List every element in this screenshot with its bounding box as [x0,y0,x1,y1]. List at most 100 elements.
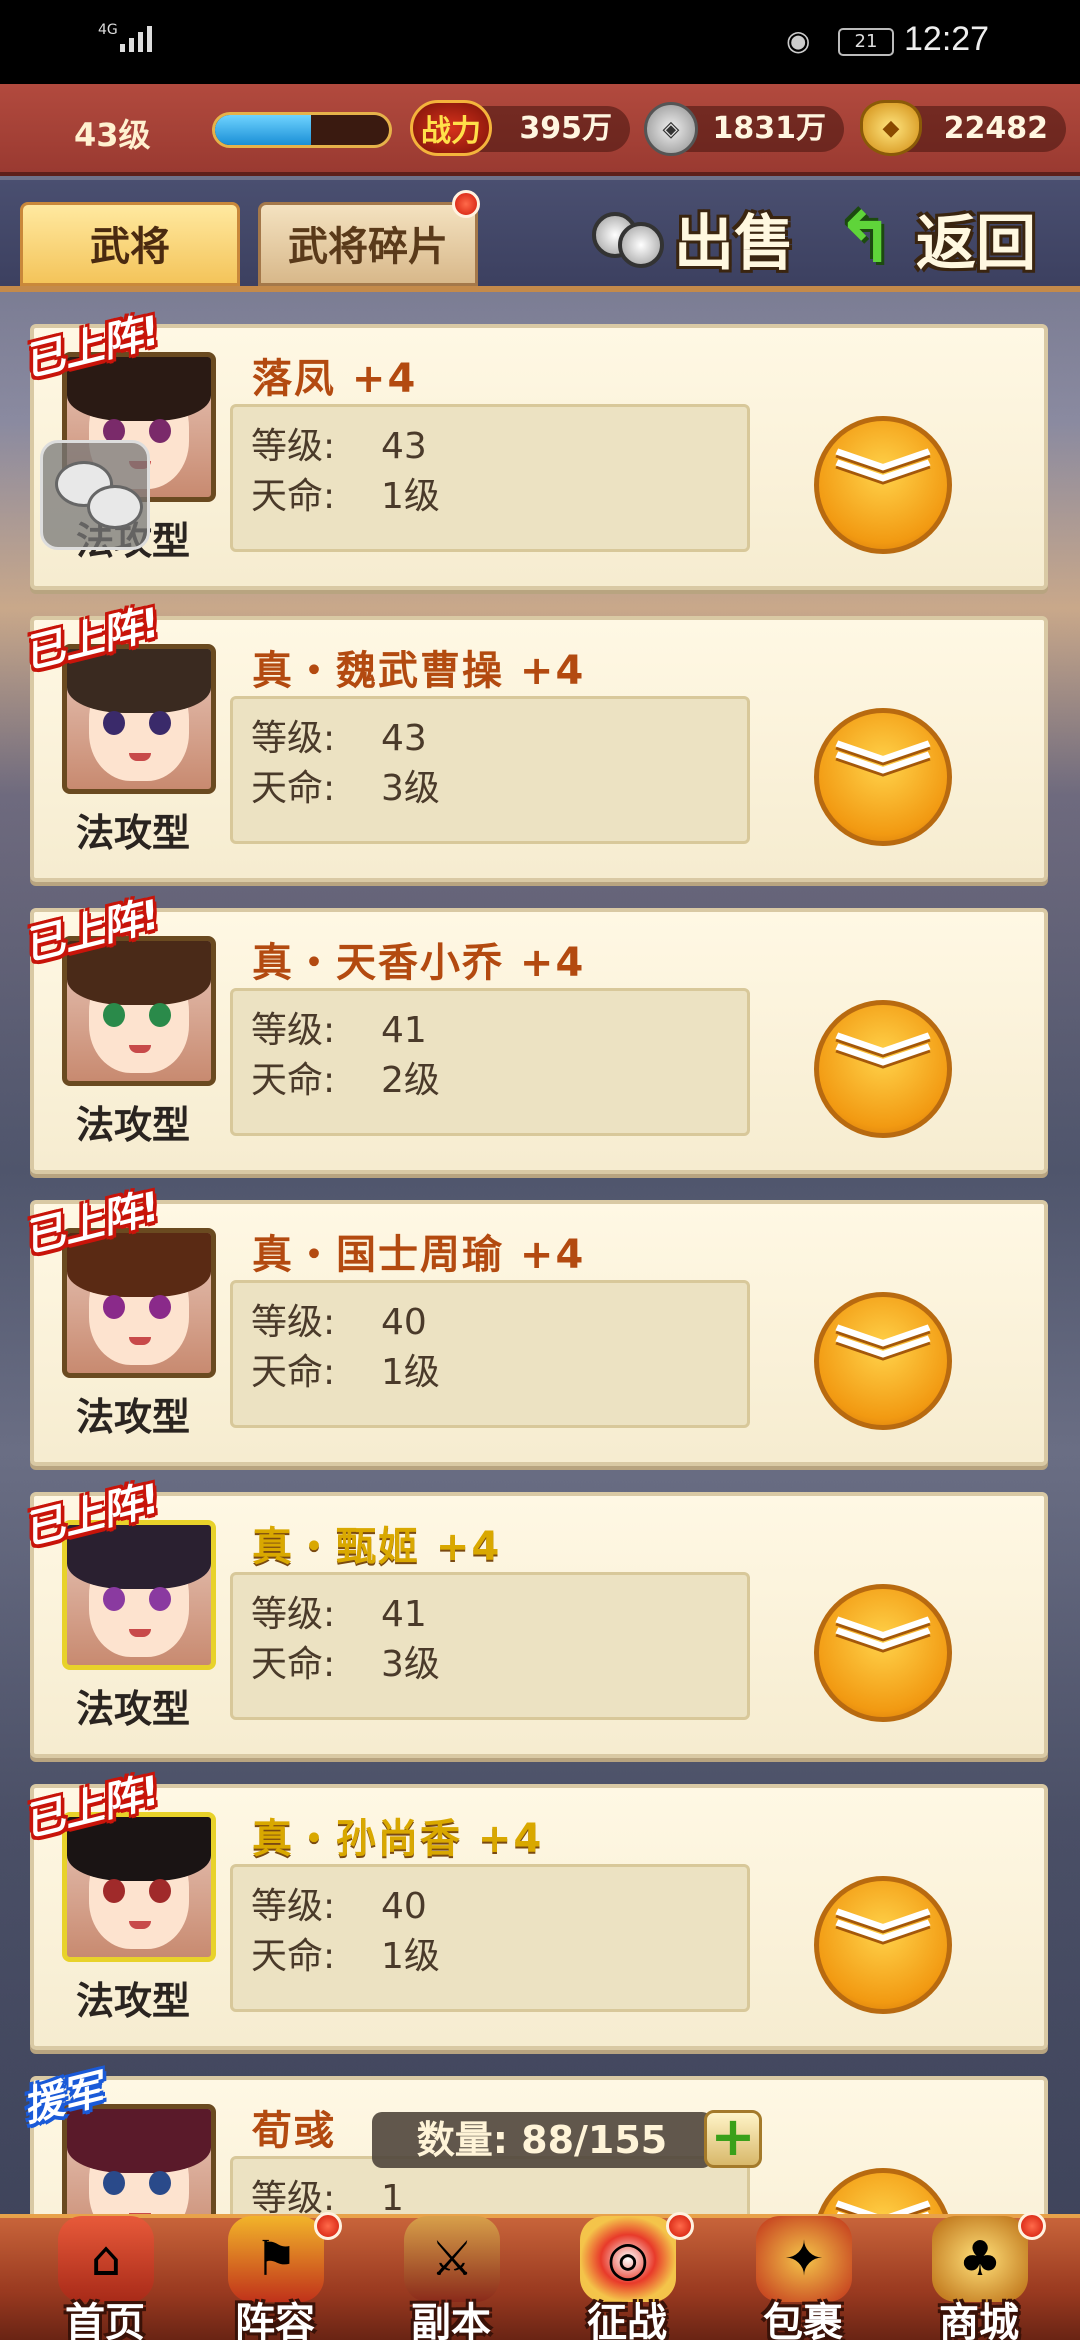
fate-value: 1级 [381,1936,440,1977]
fate-label: 天命: [251,1352,336,1393]
stat-box: 等级: 41 天命: 3级 [230,1572,750,1720]
expand-button[interactable]: ︾ [814,1000,952,1138]
expand-button[interactable]: ︾ [814,708,952,846]
general-portrait [62,1228,216,1378]
tab-shards-badge [452,190,480,218]
fate-label: 天命: [251,1644,336,1685]
general-card[interactable]: 已上阵! 法攻型 真・甄姬 +4 等级: 41 天命: 3级 ︾ [19,1476,1048,1758]
level-label: 等级: [251,718,336,759]
general-name: 真・魏武曹操 +4 [252,648,586,694]
network-type: 4G [98,22,118,38]
nav-campaign[interactable]: ◎ 征战 [552,2212,702,2340]
nav-label: 包裹 [763,2300,843,2340]
level-value: 40 [381,1302,427,1343]
battery-level: 21 [854,31,878,52]
back-arrow-icon: ↰ [836,197,895,279]
level-value: 43 [381,718,427,759]
fate-label: 天命: [251,476,336,517]
expand-capacity-button[interactable]: + [704,2110,762,2168]
tab-general-shards[interactable]: 武将碎片 [258,202,478,286]
stat-box: 等级: 43 天命: 1级 [230,404,750,552]
general-name: 荀彧 [252,2108,336,2154]
nav-bag[interactable]: ✦ 包裹 [728,2212,878,2340]
fate-value: 2级 [381,1060,440,1101]
expand-button[interactable]: ︾ [814,416,952,554]
clock: 12:27 [904,20,990,58]
expand-button[interactable]: ︾ [814,1584,952,1722]
general-card[interactable]: 已上阵! 法攻型 真・天香小乔 +4 等级: 41 天命: 2级 ︾ [19,892,1048,1174]
general-name: 真・孙尚香 +4 [252,1816,544,1862]
double-chevron-down-icon: ︾ [834,444,932,526]
attack-type: 法攻型 [76,1395,191,1439]
battery-icon: 21 [838,28,894,56]
silver-coin-icon: ◈ [644,102,698,156]
tab-generals[interactable]: 武将 [20,202,240,286]
nav-shop[interactable]: ♣ 商城 [904,2212,1054,2340]
double-chevron-down-icon: ︾ [834,1028,932,1110]
resource-bar: 43级 395万 战力 1831万 ◈ 22482 ◆ [0,84,1080,176]
nav-badge [314,2212,342,2240]
nav-home[interactable]: ⌂ 首页 [30,2212,180,2340]
sell-label: 出售 [674,208,794,279]
nav-lineup[interactable]: ⚑ 阵容 [200,2212,350,2340]
fate-label: 天命: [251,1060,336,1101]
fate-label: 天命: [251,768,336,809]
level-value: 40 [381,1886,427,1927]
general-portrait [62,936,216,1086]
fate-label: 天命: [251,1936,336,1977]
nav-label: 商城 [939,2300,1019,2340]
sell-button[interactable]: 出售 [588,196,810,280]
level-value: 41 [381,1010,427,1051]
general-card[interactable]: 已上阵! 法攻型 落凤 +4 等级:43 天命:1级 ︾ [19,308,1048,590]
fate-value: 3级 [381,768,440,809]
fate-value: 1级 [381,476,440,517]
general-list[interactable]: 已上阵! 法攻型 落凤 +4 等级:43 天命:1级 ︾ 已上阵! 法攻型 真・… [0,300,1080,2220]
level-label: 等级: [251,1010,336,1051]
stat-box: 等级: 41 天命: 2级 [230,988,750,1136]
fate-value: 3级 [381,1644,440,1685]
general-card[interactable]: 已上阵! 法攻型 真・孙尚香 +4 等级: 40 天命: 1级 ︾ [19,1768,1048,2050]
fate-value: 1级 [381,1352,440,1393]
general-name: 真・甄姬 +4 [252,1524,502,1570]
expand-button[interactable]: ︾ [814,1292,952,1430]
general-name: 真・国士周瑜 +4 [252,1232,586,1278]
expand-button[interactable]: ︾ [814,1876,952,2014]
nav-dungeon[interactable]: ⚔ 副本 [376,2212,526,2340]
nav-badge [666,2212,694,2240]
signal-icon [120,26,152,52]
general-card[interactable]: 已上阵! 法攻型 真・魏武曹操 +4 等级: 43 天命: 3级 ︾ [19,600,1048,882]
general-portrait [62,644,216,794]
status-bar: 4G ◉ 21 12:27 [0,0,1080,84]
attack-type: 法攻型 [76,811,191,855]
double-chevron-down-icon: ︾ [834,1612,932,1694]
level-label: 等级: [251,1886,336,1927]
stat-box: 等级: 40 天命: 1级 [230,1280,750,1428]
level-label: 等级: [251,1594,336,1635]
double-chevron-down-icon: ︾ [834,1320,932,1402]
nav-label: 副本 [411,2300,491,2340]
stat-box: 等级: 43 天命: 3级 [230,696,750,844]
gold-ingot-icon[interactable]: ◆ [860,100,922,156]
level-value: 41 [381,1594,427,1635]
double-chevron-down-icon: ︾ [834,1904,932,1986]
attack-type: 法攻型 [76,1979,191,2023]
general-portrait [62,1812,216,1962]
back-button[interactable]: ↰ 返回 [836,196,1066,280]
level-value: 43 [381,426,427,467]
chat-button[interactable] [40,440,150,550]
nav-label: 首页 [65,2300,145,2340]
coins-icon [588,208,674,268]
double-chevron-down-icon: ︾ [834,736,932,818]
stat-box: 等级: 40 天命: 1级 [230,1864,750,2012]
general-name: 真・天香小乔 +4 [252,940,586,986]
attack-type: 法攻型 [76,1687,191,1731]
attack-type: 法攻型 [76,1103,191,1147]
player-level: 43级 [74,116,151,154]
general-portrait [62,1520,216,1670]
chat-bubble-icon [87,485,143,529]
level-label: 等级: [251,426,336,467]
general-card[interactable]: 已上阵! 法攻型 真・国士周瑜 +4 等级: 40 天命: 1级 ︾ [19,1184,1048,1466]
general-name: 落凤 +4 [252,356,418,402]
general-portrait [62,2104,216,2220]
level-label: 等级: [251,1302,336,1343]
